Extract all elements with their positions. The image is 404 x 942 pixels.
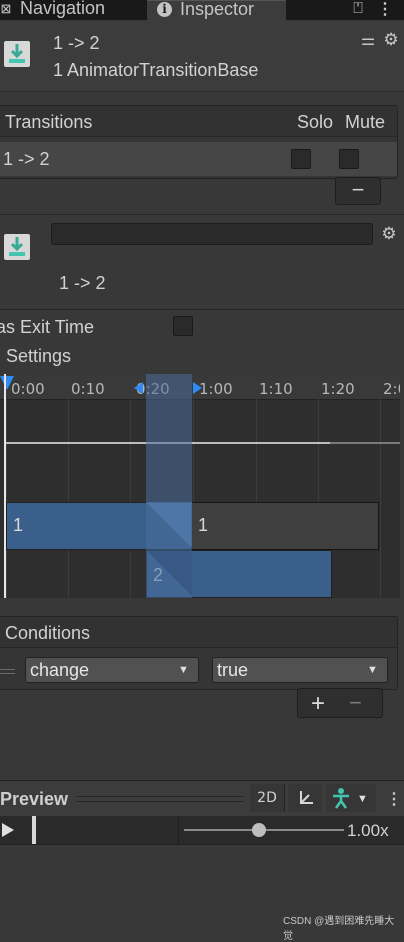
tab-bar: ⊠ Navigation i Inspector ⍞ ⋮: [0, 0, 404, 21]
condition-parameter-value: change: [30, 660, 90, 680]
transition-start-handle[interactable]: [134, 382, 143, 394]
preview-header: Preview 2D ▼ ⋮: [0, 780, 404, 817]
tab-inspector-label: Inspector: [180, 0, 255, 19]
condition-drag-handle[interactable]: [0, 669, 15, 670]
transition-gear-icon[interactable]: ⚙: [380, 224, 398, 244]
transitions-title: Transitions: [5, 112, 93, 132]
timeline-tick: 0:00: [11, 380, 45, 398]
preview-more-icon[interactable]: ⋮: [386, 789, 402, 809]
add-condition-button[interactable]: +: [311, 690, 325, 718]
transition-timeline[interactable]: 0:00 0:10 0:20 1:00 1:10 1:20 2:00 1 1 2: [0, 374, 400, 598]
transition-name-field[interactable]: [51, 223, 373, 245]
more-options-icon[interactable]: ⋮: [377, 0, 393, 19]
transitions-list: Transitions Solo Mute 1 -> 2: [0, 105, 398, 179]
toggle-2d-button[interactable]: 2D: [250, 784, 285, 812]
transition-overlap-region[interactable]: [146, 374, 192, 598]
mute-checkbox[interactable]: [339, 149, 359, 169]
settings-foldout[interactable]: Settings: [0, 346, 71, 367]
preview-title: Preview: [0, 789, 69, 809]
preview-scrub-playhead[interactable]: [32, 816, 36, 844]
conditions-header: Conditions: [0, 617, 397, 648]
tab-inspector[interactable]: i Inspector: [147, 0, 286, 21]
condition-value-label: true: [217, 660, 249, 680]
preview-divider: [76, 796, 244, 797]
tab-navigation[interactable]: Navigation: [20, 0, 140, 20]
watermark: CSDN @遇到困难先睡大觉: [283, 916, 395, 942]
timeline-tick: 2:00: [383, 380, 400, 398]
has-exit-time-label: las Exit Time: [0, 317, 95, 337]
transition-label: 1 -> 2: [59, 273, 106, 293]
preview-playback-bar: 1.00x: [0, 816, 404, 845]
info-icon: i: [157, 2, 172, 17]
solo-column-label: Solo: [297, 112, 334, 132]
speed-slider-thumb[interactable]: [252, 823, 267, 837]
preset-icon[interactable]: ⚌: [360, 30, 376, 50]
tab-navigation-label: Navigation: [20, 0, 106, 18]
mute-column-label: Mute: [345, 112, 386, 132]
chevron-down-icon: ▼: [357, 793, 368, 805]
section-divider-2: [0, 309, 404, 310]
speed-value: 1.00x: [347, 821, 389, 840]
transition-row[interactable]: 1 -> 2: [0, 142, 397, 176]
timeline-playhead[interactable]: [4, 374, 6, 598]
navigation-tab-icon: ⊠: [0, 1, 12, 16]
timeline-tick: 1:10: [259, 380, 293, 398]
timeline-playhead-marker[interactable]: [0, 376, 14, 390]
section-divider: [0, 214, 404, 215]
transition-end-handle[interactable]: [193, 382, 202, 394]
transition-weight-curve-tail: [330, 442, 400, 444]
timeline-tick: 1:20: [321, 380, 355, 398]
settings-label: Settings: [6, 346, 72, 366]
transition-icon: [4, 41, 30, 67]
timeline-tick: 1:00: [199, 380, 233, 398]
clip-source-next[interactable]: 1: [191, 502, 379, 550]
remove-condition-button[interactable]: −: [349, 690, 362, 716]
transition-row-label: 1 -> 2: [3, 149, 50, 169]
lock-icon[interactable]: ⍞: [350, 0, 366, 18]
chevron-down-icon: ▼: [178, 664, 189, 676]
clip-source-label: 1: [13, 515, 24, 535]
chevron-down-icon: ▼: [367, 664, 378, 676]
inspector-header: 1 -> 2 1 AnimatorTransitionBase ⚌ ⚙: [0, 21, 404, 92]
header-subtitle: 1 AnimatorTransitionBase: [53, 60, 259, 80]
play-icon[interactable]: [2, 823, 14, 837]
transitions-list-header: Transitions Solo Mute: [0, 106, 397, 137]
pivot-icon: [300, 791, 313, 804]
condition-value-dropdown[interactable]: true ▼: [212, 657, 388, 683]
remove-transition-label: −: [351, 177, 365, 202]
remove-transition-button[interactable]: −: [335, 177, 381, 205]
condition-add-remove: + −: [297, 688, 383, 718]
pivot-toggle-button[interactable]: [288, 784, 322, 812]
clip-source-next-label: 1: [198, 515, 209, 535]
solo-checkbox[interactable]: [291, 149, 311, 169]
gear-icon[interactable]: ⚙: [382, 30, 400, 50]
timeline-tick: 0:10: [71, 380, 105, 398]
transition-detail-icon: [4, 234, 30, 260]
condition-parameter-dropdown[interactable]: change ▼: [25, 657, 199, 683]
has-exit-time-checkbox[interactable]: [173, 316, 193, 336]
avatar-model-dropdown[interactable]: ▼: [326, 784, 376, 812]
toggle-2d-label: 2D: [257, 790, 277, 806]
conditions-list: Conditions change ▼ true ▼: [0, 616, 398, 690]
header-title: 1 -> 2: [53, 33, 100, 53]
conditions-title: Conditions: [5, 623, 91, 643]
humanoid-avatar-icon: [333, 788, 349, 809]
